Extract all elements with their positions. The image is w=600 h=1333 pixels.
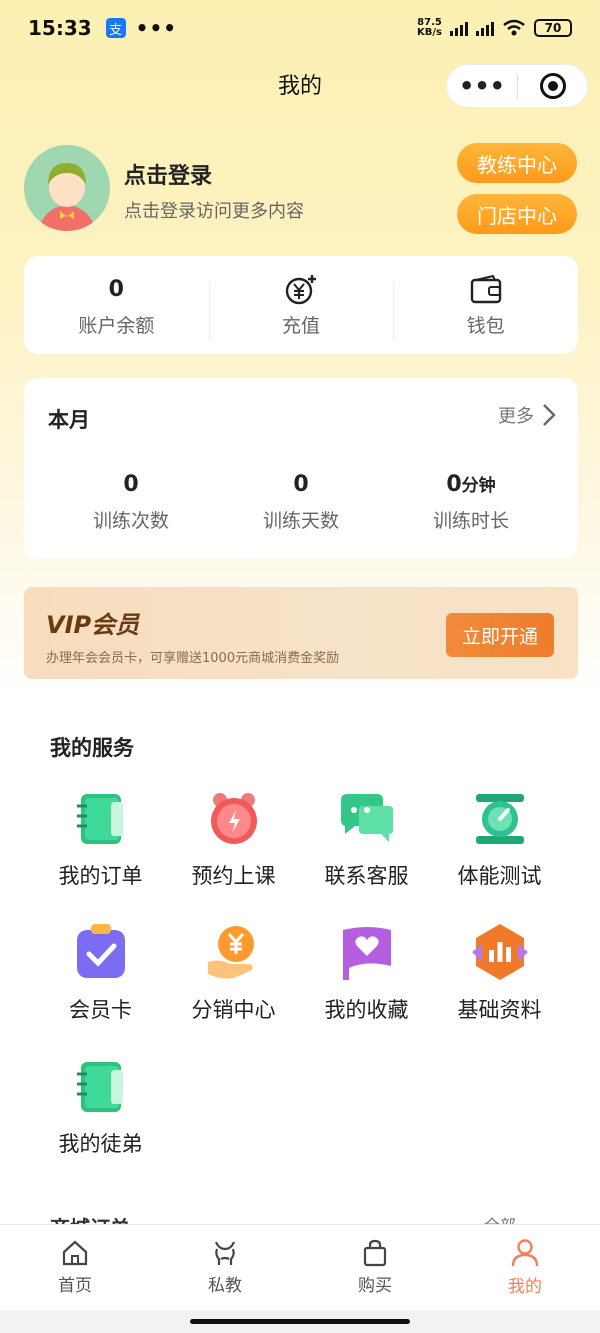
- monthly-title: 本月: [48, 408, 90, 432]
- signal-icon: [476, 20, 494, 36]
- tab-home[interactable]: 首页: [0, 1225, 150, 1310]
- recharge-item[interactable]: 充值: [208, 273, 394, 341]
- services-title: 我的服务: [50, 736, 134, 760]
- login-title[interactable]: 点击登录: [124, 158, 212, 190]
- network-speed: 87.5 KB/s: [417, 17, 442, 38]
- service-fitness-test[interactable]: 体能测试: [433, 788, 566, 890]
- signal-icon: [450, 20, 468, 36]
- service-book-class[interactable]: 预约上课: [167, 788, 300, 890]
- shopping-bag-icon: [363, 1239, 387, 1267]
- service-contact-support[interactable]: 联系客服: [300, 788, 433, 890]
- battery-icon: 70: [534, 19, 572, 37]
- vip-description: 办理年会会员卡，可享赠送1000元商城消费金奖励: [46, 651, 340, 666]
- scale-gauge-icon: [475, 794, 524, 844]
- bar-chart-badge-icon: [471, 924, 528, 980]
- store-center-button[interactable]: 门店中心: [457, 194, 577, 234]
- chevron-right-icon: [543, 404, 556, 426]
- vip-title: VIP会员: [46, 611, 140, 639]
- service-my-favorites[interactable]: 我的收藏: [300, 922, 433, 1024]
- status-time: 15:33: [28, 16, 92, 40]
- recharge-yuan-icon: [285, 274, 316, 304]
- yuan-hand-icon: [207, 926, 254, 979]
- more-menu-button[interactable]: •••: [447, 74, 517, 98]
- avatar[interactable]: [24, 145, 110, 231]
- bottom-tab-bar: 首页 私教 购买 我的: [0, 1224, 600, 1310]
- training-count-stat: 0 训练次数: [92, 472, 169, 532]
- wifi-icon: [503, 19, 525, 36]
- heart-flag-icon: [342, 927, 391, 980]
- service-member-card[interactable]: 会员卡: [34, 922, 167, 1024]
- chat-bubble-icon: [340, 794, 393, 842]
- notebook-icon: [76, 794, 123, 844]
- login-subtitle: 点击登录访问更多内容: [124, 201, 304, 222]
- wallet-item[interactable]: 钱包: [393, 273, 578, 341]
- status-bar: 15:33 支 ••• 87.5 KB/s 70: [0, 0, 600, 56]
- more-link[interactable]: 更多: [498, 402, 556, 428]
- notebook-icon: [76, 1062, 123, 1112]
- service-distribution-center[interactable]: 分销中心: [167, 922, 300, 1024]
- tab-coach[interactable]: 私教: [150, 1225, 300, 1310]
- alipay-icon: 支: [105, 18, 126, 38]
- service-my-orders[interactable]: 我的订单: [34, 788, 167, 890]
- balance-value: 0: [108, 276, 124, 302]
- home-icon: [62, 1240, 88, 1266]
- coach-center-button[interactable]: 教练中心: [457, 143, 577, 183]
- target-icon: [539, 73, 566, 99]
- tab-buy[interactable]: 购买: [300, 1225, 450, 1310]
- training-days-stat: 0 训练天数: [262, 472, 339, 532]
- balance-item[interactable]: 0 账户余额: [24, 273, 209, 338]
- recharge-label: 充值: [282, 314, 321, 337]
- alarm-clock-icon: [210, 793, 257, 844]
- coach-icon: [214, 1241, 236, 1265]
- monthly-stats-card: 本月 更多 0 训练次数 0 训练天数 0分钟 训练时长: [24, 378, 578, 558]
- tab-mine[interactable]: 我的: [450, 1225, 600, 1310]
- vip-open-button[interactable]: 立即开通: [446, 613, 554, 657]
- service-my-apprentices[interactable]: 我的徒弟: [34, 1056, 167, 1158]
- home-indicator: [0, 1310, 600, 1333]
- clipboard-check-icon: [76, 924, 125, 978]
- balance-label: 账户余额: [78, 314, 155, 337]
- service-basic-info[interactable]: 基础资料: [433, 922, 566, 1024]
- wallet-icon: [470, 274, 501, 303]
- person-icon: [511, 1239, 539, 1267]
- status-dots: •••: [135, 16, 178, 40]
- vip-banner[interactable]: VIP会员 办理年会会员卡，可享赠送1000元商城消费金奖励 立即开通: [24, 587, 578, 679]
- account-card: 0 账户余额 充值 钱包: [24, 256, 578, 354]
- close-miniapp-button[interactable]: [518, 73, 587, 99]
- miniapp-capsule: •••: [446, 64, 588, 108]
- wallet-label: 钱包: [466, 314, 505, 337]
- training-duration-stat: 0分钟 训练时长: [432, 472, 509, 532]
- avatar-illustration-icon: [24, 145, 110, 231]
